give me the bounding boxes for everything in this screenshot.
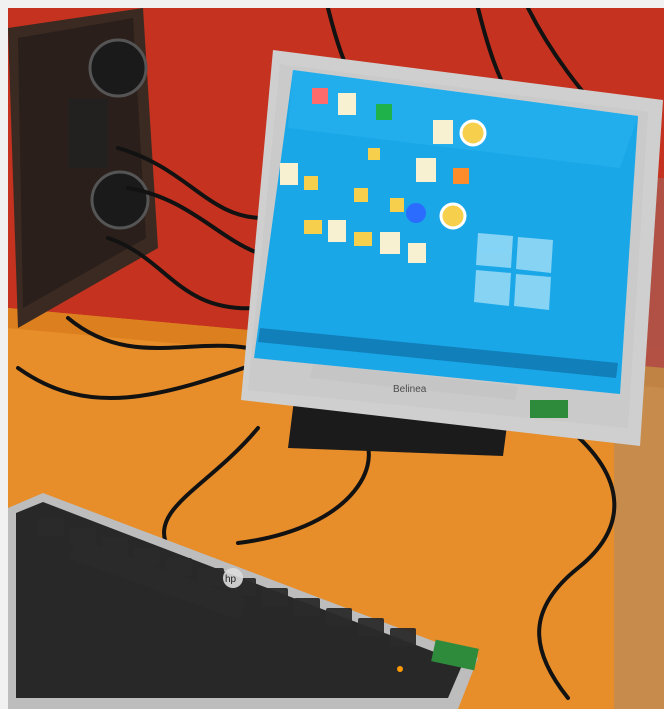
- document-icon: [408, 243, 426, 263]
- app-icon: [406, 203, 426, 223]
- folder-icon: [354, 188, 368, 202]
- folder-icon: [304, 176, 318, 190]
- photo-scene: Belinea hp: [8, 6, 664, 709]
- document-icon: [328, 220, 346, 242]
- app-icon: [453, 168, 469, 184]
- document-icon: [416, 158, 436, 182]
- folder-icon: [304, 220, 322, 234]
- keyboard-brand: hp: [225, 574, 237, 585]
- green-sticker: [530, 400, 568, 418]
- disc-icon: [439, 202, 467, 230]
- photo-illustration: Belinea hp: [8, 6, 664, 709]
- monitor: Belinea: [241, 50, 663, 446]
- folder-icon: [354, 232, 372, 246]
- monitor-brand: Belinea: [393, 384, 427, 395]
- disc-icon: [459, 119, 487, 147]
- folder-icon: [368, 148, 380, 160]
- document-icon: [380, 232, 400, 254]
- app-icon: [312, 88, 328, 104]
- led-indicator: [397, 666, 403, 672]
- app-icon: [376, 104, 392, 120]
- fan-icon: [88, 38, 148, 98]
- photo-frame: Belinea hp: [0, 0, 664, 709]
- document-icon: [280, 163, 298, 185]
- fan-icon: [90, 170, 150, 230]
- document-icon: [433, 120, 453, 144]
- document-icon: [338, 93, 356, 115]
- folder-icon: [390, 198, 404, 212]
